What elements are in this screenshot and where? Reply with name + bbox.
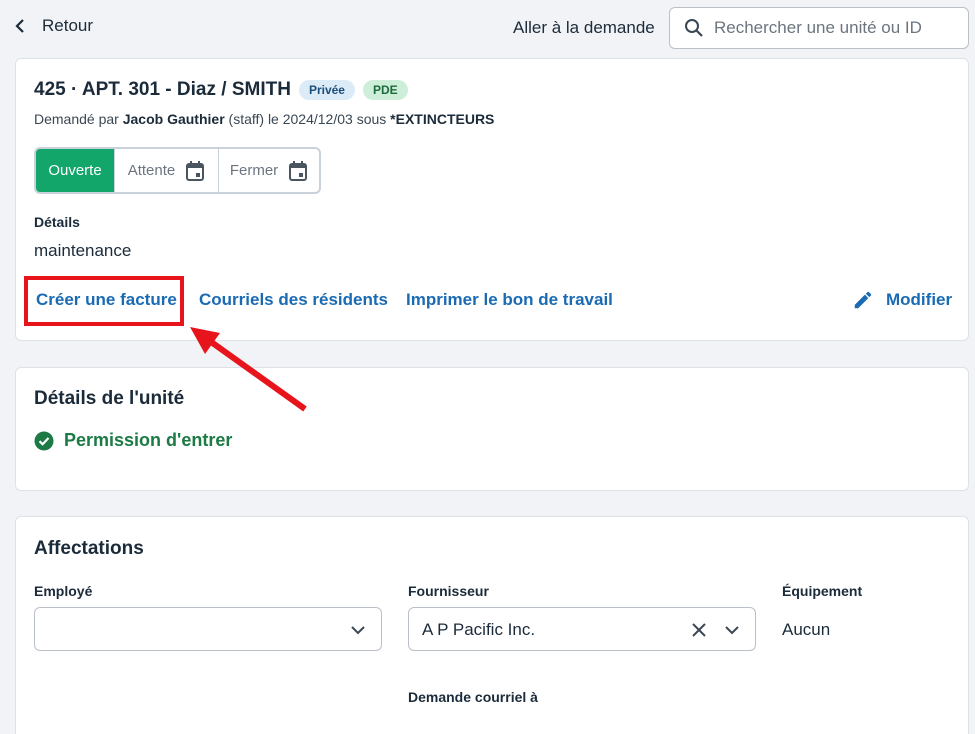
requested-prefix: Demandé par [34, 111, 123, 127]
details-label: Détails [34, 214, 80, 230]
search-icon [685, 19, 703, 37]
calendar-icon [289, 160, 308, 181]
status-open-button[interactable]: Ouverte [36, 149, 114, 192]
supplier-value: A P Pacific Inc. [422, 620, 536, 639]
annotation-arrow [190, 327, 307, 412]
top-bar: Retour Aller à la demande [0, 0, 975, 56]
annotation-highlight-box [24, 276, 184, 326]
status-waiting-label: Attente [127, 162, 176, 179]
search-box[interactable] [669, 7, 969, 49]
equipment-value: Aucun [782, 620, 831, 639]
chevron-down-icon [351, 626, 365, 635]
details-value: maintenance [34, 241, 132, 260]
check-circle-icon [34, 431, 54, 450]
back-button[interactable]: Retour [12, 16, 93, 36]
status-close-label: Fermer [229, 162, 279, 179]
close-icon[interactable] [689, 620, 709, 640]
chevron-down-icon [725, 626, 739, 635]
search-input[interactable] [714, 18, 954, 38]
requester-name: Jacob Gauthier [122, 111, 225, 127]
calendar-icon [186, 160, 205, 181]
assignments-card: Affectations Employé Fournisseur Équipem… [15, 516, 969, 734]
request-subtitle: Demandé par Jacob Gauthier (staff) le 20… [34, 111, 494, 127]
resident-emails-link[interactable]: Courriels des résidents [199, 290, 388, 310]
unit-details-title: Détails de l'unité [34, 388, 185, 409]
employee-label: Employé [34, 583, 93, 599]
supplier-label: Fournisseur [408, 583, 489, 599]
edit-button[interactable]: Modifier [852, 289, 952, 311]
status-close-button[interactable]: Fermer [218, 149, 319, 192]
entry-permission-label: Permission d'entrer [64, 430, 233, 450]
entry-permission: Permission d'entrer [34, 430, 232, 451]
status-toggle-group: Ouverte Attente Fermer [34, 147, 321, 194]
chevron-left-icon [15, 19, 24, 33]
badge-pde: PDE [362, 80, 408, 100]
edit-label: Modifier [886, 290, 953, 309]
request-title: 425 · APT. 301 - Diaz / SMITH [34, 79, 291, 100]
goto-request-label: Aller à la demande [513, 18, 655, 37]
badge-private: Privée [298, 80, 355, 100]
status-waiting-button[interactable]: Attente [114, 149, 218, 192]
employee-select[interactable] [34, 607, 382, 651]
unit-details-card: Détails de l'unité Permission d'entrer [15, 367, 969, 491]
requested-middle: (staff) le 2024/12/03 sous [224, 111, 391, 127]
print-work-order-link[interactable]: Imprimer le bon de travail [406, 290, 613, 310]
pencil-icon [854, 291, 872, 309]
assignments-title: Affectations [34, 538, 144, 559]
request-category: *EXTINCTEURS [390, 111, 495, 127]
equipment-label: Équipement [782, 583, 863, 599]
email-request-label: Demande courriel à [408, 689, 538, 705]
supplier-select[interactable]: A P Pacific Inc. [408, 607, 756, 651]
request-header: 425 · APT. 301 - Diaz / SMITH Privée PDE [34, 79, 408, 101]
status-open-label: Ouverte [48, 162, 102, 179]
back-label: Retour [42, 16, 94, 35]
